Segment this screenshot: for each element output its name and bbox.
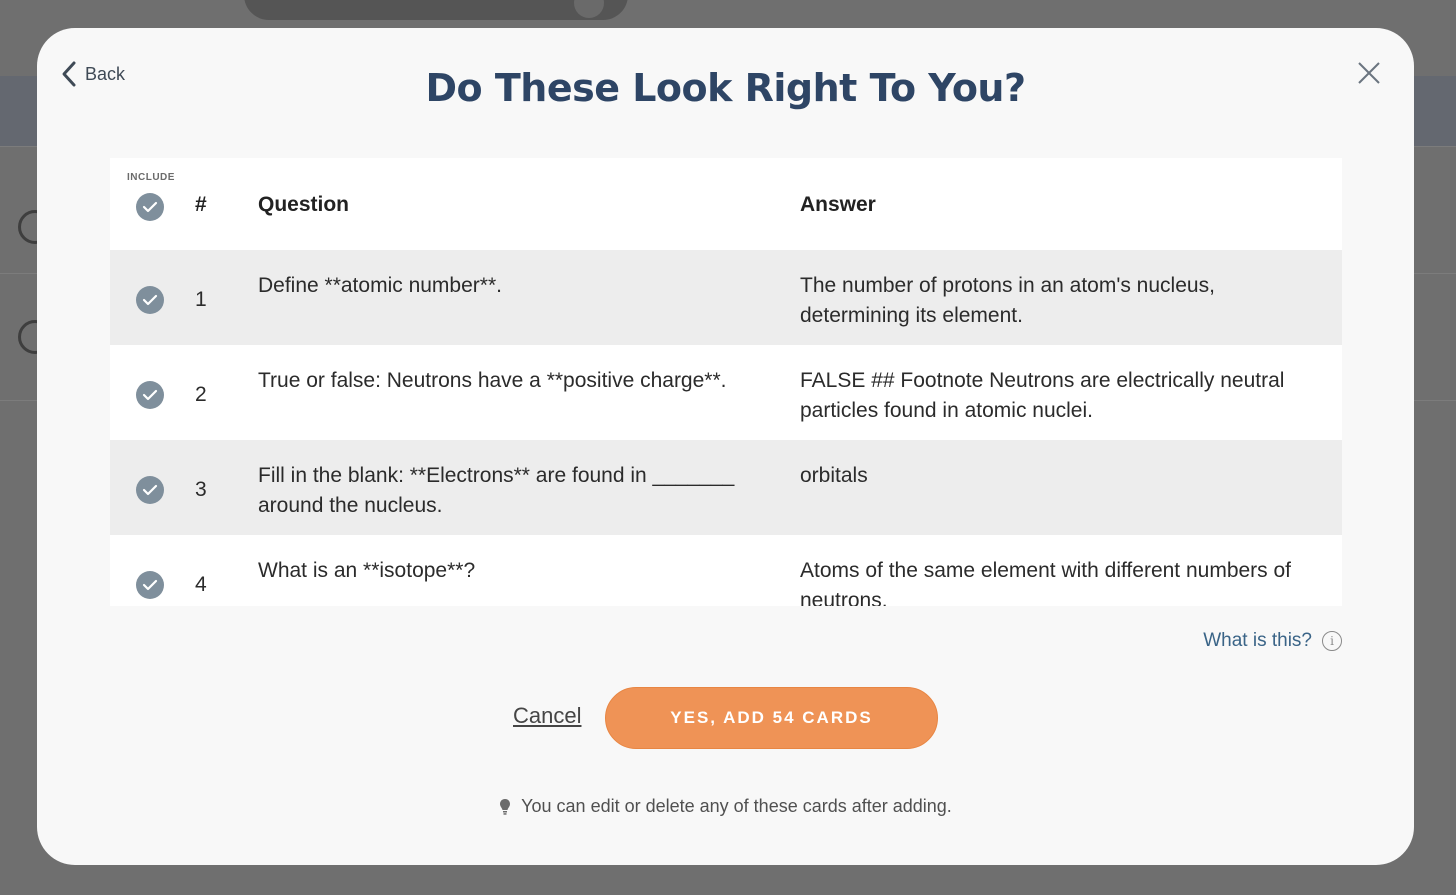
include-checkbox[interactable]	[136, 571, 164, 599]
select-all-checkbox[interactable]	[136, 193, 164, 221]
row-answer: The number of protons in an atom's nucle…	[800, 274, 1215, 327]
row-question: True or false: Neutrons have a **positiv…	[258, 369, 727, 392]
cancel-button[interactable]: Cancel	[513, 703, 581, 729]
table-row: 1 Define **atomic number**. The number o…	[110, 250, 1342, 345]
row-number: 1	[195, 288, 207, 311]
background-search-bar	[244, 0, 628, 20]
row-question: What is an **isotope**?	[258, 559, 476, 582]
row-question: Fill in the blank: **Electrons** are fou…	[258, 464, 735, 517]
info-icon: i	[1322, 631, 1342, 651]
table-row: 2 True or false: Neutrons have a **posit…	[110, 345, 1342, 440]
include-checkbox[interactable]	[136, 381, 164, 409]
checkmark-icon	[142, 579, 158, 591]
row-answer: orbitals	[800, 464, 868, 487]
tip-text: You can edit or delete any of these card…	[521, 796, 952, 816]
add-cards-button[interactable]: YES, ADD 54 CARDS	[605, 687, 938, 749]
add-cards-label: YES, ADD 54 CARDS	[670, 708, 873, 727]
table-row: 4 What is an **isotope**? Atoms of the s…	[110, 535, 1342, 606]
table-header: INCLUDE # Question Answer	[110, 158, 1342, 250]
review-cards-modal: Back Do These Look Right To You? INCLUDE…	[37, 28, 1414, 865]
checkmark-icon	[142, 294, 158, 306]
background-search-icon	[574, 0, 604, 18]
include-label: INCLUDE	[127, 172, 175, 183]
what-is-this-label: What is this?	[1203, 630, 1312, 651]
table-row: 3 Fill in the blank: **Electrons** are f…	[110, 440, 1342, 535]
row-number: 4	[195, 573, 207, 596]
row-answer: Atoms of the same element with different…	[800, 559, 1292, 606]
modal-title: Do These Look Right To You?	[425, 66, 1026, 110]
column-header-number: #	[195, 193, 207, 216]
checkmark-icon	[142, 389, 158, 401]
row-answer: FALSE ## Footnote Neutrons are electrica…	[800, 369, 1285, 422]
column-header-answer: Answer	[800, 193, 876, 216]
row-number: 2	[195, 383, 207, 406]
tip-message: You can edit or delete any of these card…	[37, 796, 1414, 817]
include-checkbox[interactable]	[136, 286, 164, 314]
checkmark-icon	[142, 201, 158, 213]
column-header-question: Question	[258, 193, 350, 216]
checkmark-icon	[142, 484, 158, 496]
row-number: 3	[195, 478, 207, 501]
row-question: Define **atomic number**.	[258, 274, 502, 297]
what-is-this-link[interactable]: What is this? i	[1203, 630, 1342, 652]
cards-table: INCLUDE # Question Answer 1 Define **ato…	[110, 158, 1342, 606]
lightbulb-icon	[500, 798, 511, 815]
include-checkbox[interactable]	[136, 476, 164, 504]
